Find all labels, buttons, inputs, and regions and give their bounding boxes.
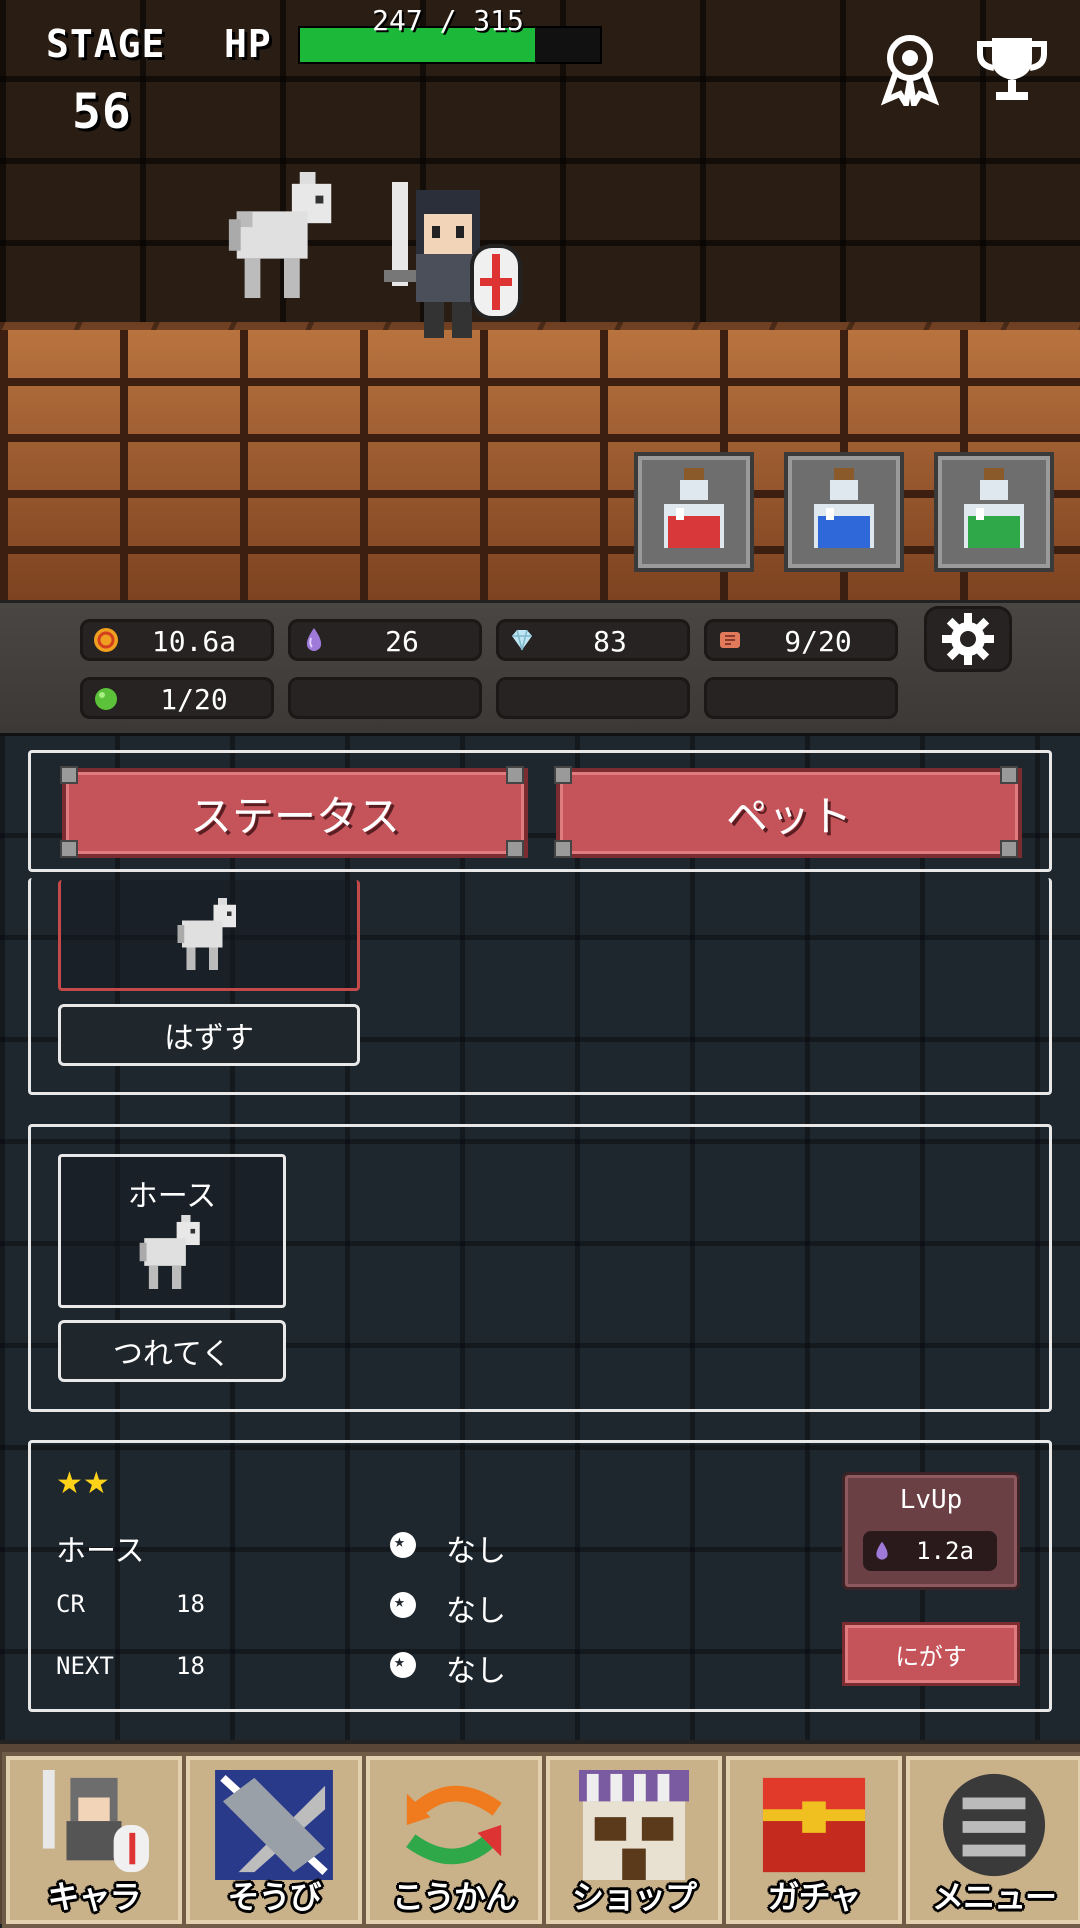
nav-shop[interactable]: ショップ <box>542 1752 726 1928</box>
stage-label: STAGE <box>46 22 166 66</box>
gold-counter: 10.6a <box>80 619 274 661</box>
take-along-button[interactable]: つれてく <box>58 1320 286 1382</box>
empty-resource-slot <box>496 677 690 719</box>
hp-label: HP <box>224 22 272 66</box>
exchange-icon <box>406 1785 502 1865</box>
skill-slot-icon <box>390 1591 416 1618</box>
level-up-button[interactable]: LvUp 1.2a <box>842 1472 1020 1590</box>
gear-icon <box>942 613 994 665</box>
skill-slot-icon <box>390 1531 416 1558</box>
tab-pet[interactable]: ペット <box>556 768 1022 858</box>
diamond-icon <box>512 629 532 651</box>
soul-counter: 26 <box>288 619 482 661</box>
knight-icon <box>42 1770 149 1873</box>
gacha-icon <box>762 1777 866 1873</box>
next-label: NEXT <box>56 1652 114 1680</box>
skill-slot-1: なし <box>446 1534 506 1569</box>
cr-label: CR <box>56 1590 85 1618</box>
tab-corner <box>1000 840 1018 858</box>
shop-icon <box>579 1770 689 1880</box>
red-potion-icon <box>664 468 724 548</box>
tab-corner <box>60 840 78 858</box>
menu-icon <box>942 1773 1046 1877</box>
egg-counter: 1/20 <box>80 677 274 719</box>
horse-pet-icon <box>139 1215 200 1289</box>
level-up-cost-value: 1.2a <box>916 1537 974 1565</box>
red-potion-button[interactable] <box>634 452 754 572</box>
soul-drop-icon <box>306 628 322 651</box>
resource-panel: 10.6a 26 83 9/20 1/20 <box>0 600 1080 738</box>
skill-slot-2: なし <box>446 1594 506 1629</box>
green-potion-icon <box>964 468 1024 548</box>
pet-list-item[interactable]: ホース <box>58 1154 286 1308</box>
soul-drop-icon <box>876 1541 888 1560</box>
nav-equipment[interactable]: そうび <box>182 1752 366 1928</box>
scroll-value: 9/20 <box>784 625 852 658</box>
green-potion-button[interactable] <box>934 452 1054 572</box>
nav-label: メニュー <box>931 1878 1057 1916</box>
skill-slot-3: なし <box>446 1654 506 1689</box>
pet-list-item-name: ホース <box>127 1179 217 1214</box>
green-egg-icon <box>95 688 117 710</box>
scroll-icon <box>720 632 740 648</box>
skill-slot-icon <box>390 1651 416 1678</box>
tab-corner <box>506 840 524 858</box>
gold-coin-icon <box>94 628 118 652</box>
empty-resource-slot <box>704 677 898 719</box>
rarity-stars: ★★ <box>56 1466 110 1501</box>
scroll-counter: 9/20 <box>704 619 898 661</box>
tab-corner <box>1000 766 1018 784</box>
hp-text: 247 / 315 <box>372 4 524 37</box>
horse-pet-icon <box>177 898 236 970</box>
egg-value: 1/20 <box>160 683 228 716</box>
tab-corner <box>506 766 524 784</box>
scene-floor <box>0 330 1080 600</box>
pet-name: ホース <box>56 1534 145 1569</box>
blue-potion-icon <box>814 468 874 548</box>
next-value: 18 <box>176 1652 205 1680</box>
settings-button[interactable] <box>924 606 1012 672</box>
soul-value: 26 <box>385 625 419 658</box>
stage-value: 56 <box>72 84 132 140</box>
horse-pet-sprite <box>228 172 332 298</box>
equipped-pet-card[interactable] <box>58 880 360 991</box>
bottom-nav: キャラ そうび こうかん ショップ ガチャ メニュー <box>0 1740 1080 1928</box>
knight-hero-sprite <box>384 182 522 338</box>
empty-resource-slot <box>288 677 482 719</box>
nav-label: ガチャ <box>767 1878 862 1916</box>
gold-value: 10.6a <box>151 625 237 658</box>
tab-status[interactable]: ステータス <box>62 768 528 858</box>
level-up-label: LvUp <box>899 1485 963 1515</box>
tab-corner <box>554 840 572 858</box>
cr-value: 18 <box>176 1590 205 1618</box>
tab-corner <box>60 766 78 784</box>
nav-character[interactable]: キャラ <box>2 1752 186 1928</box>
trophy-icon[interactable] <box>974 30 1050 106</box>
blue-potion-button[interactable] <box>784 452 904 572</box>
nav-menu[interactable]: メニュー <box>902 1752 1080 1928</box>
gem-value: 83 <box>593 625 627 658</box>
gem-counter: 83 <box>496 619 690 661</box>
nav-label: こうかん <box>391 1878 517 1916</box>
tab-corner <box>554 766 572 784</box>
nav-label: ショップ <box>571 1878 697 1916</box>
equipment-icon <box>215 1770 333 1880</box>
dungeon-scene: STAGE 56 HP 247 / 315 <box>0 0 1080 600</box>
ribbon-icon[interactable] <box>872 30 948 106</box>
nav-label: キャラ <box>47 1878 141 1916</box>
unequip-button[interactable]: はずす <box>58 1004 360 1066</box>
release-pet-button[interactable]: にがす <box>842 1622 1020 1686</box>
nav-label: そうび <box>227 1878 321 1916</box>
level-up-cost: 1.2a <box>863 1531 997 1571</box>
nav-exchange[interactable]: こうかん <box>362 1752 546 1928</box>
nav-gacha[interactable]: ガチャ <box>722 1752 906 1928</box>
